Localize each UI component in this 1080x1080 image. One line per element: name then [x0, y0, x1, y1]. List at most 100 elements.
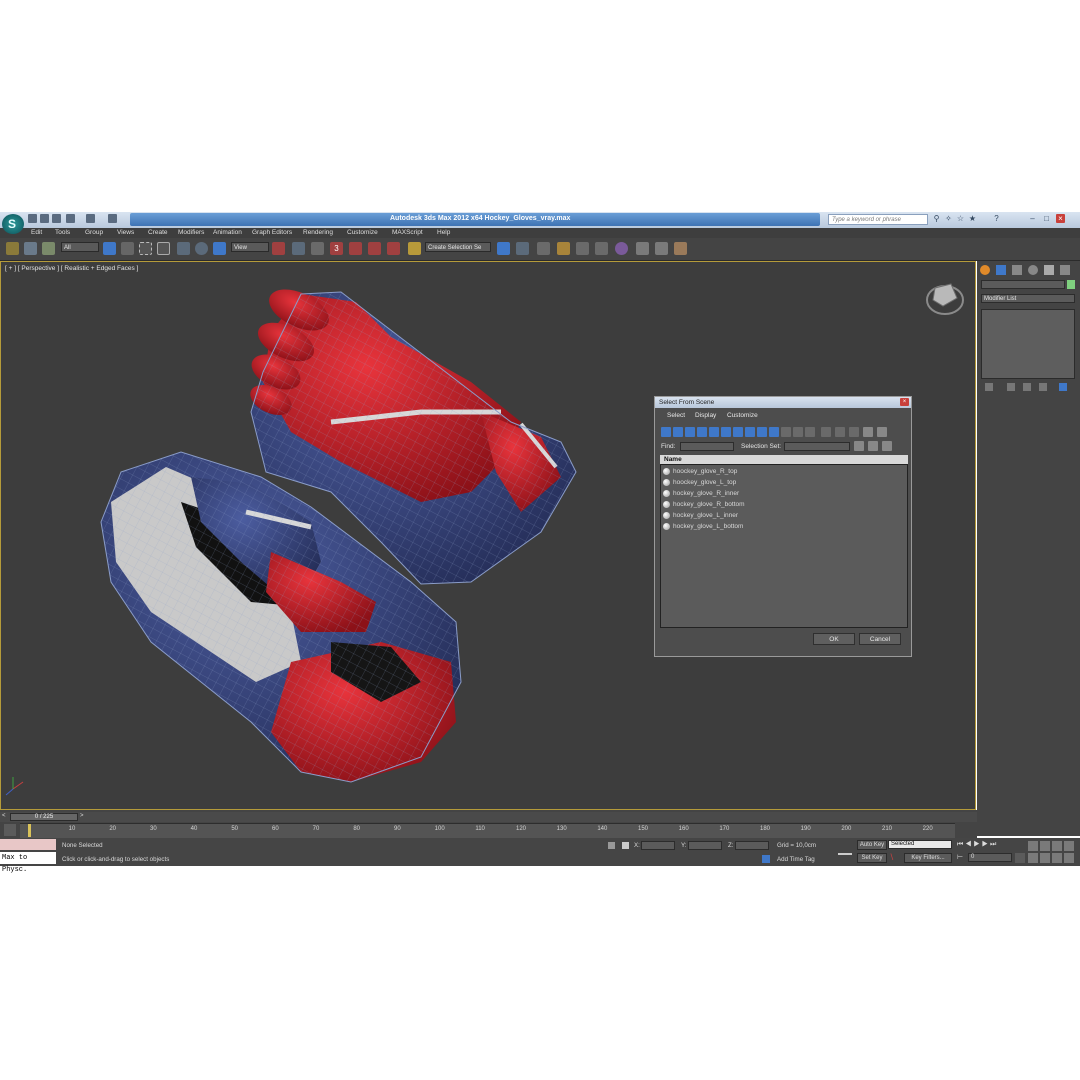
menu-graph-editors[interactable]: Graph Editors [252, 229, 292, 236]
motion-tab-icon[interactable] [1028, 265, 1038, 275]
rotate-icon[interactable] [195, 242, 208, 255]
absolute-mode-icon[interactable] [622, 842, 629, 849]
zoom-extents-all-icon[interactable] [1064, 841, 1074, 851]
key-icon[interactable] [838, 847, 852, 855]
menu-create[interactable]: Create [148, 229, 168, 236]
reference-coordinate-dropdown[interactable]: View [231, 242, 269, 252]
zoom-extents-icon[interactable] [1052, 841, 1062, 851]
time-tag-icon[interactable] [762, 855, 770, 863]
find-input[interactable] [680, 442, 734, 451]
display-spacewarps-icon[interactable] [721, 427, 731, 437]
redo-icon[interactable] [86, 214, 95, 223]
display-cameras-icon[interactable] [697, 427, 707, 437]
menu-maxscript[interactable]: MAXScript [392, 229, 423, 236]
display-invert-icon[interactable] [835, 427, 845, 437]
app-logo-icon[interactable]: S [2, 214, 24, 234]
minimize-icon[interactable]: – [1028, 214, 1037, 223]
y-coordinate-field[interactable] [688, 841, 722, 850]
menu-edit[interactable]: Edit [31, 229, 42, 236]
display-geometry-icon[interactable] [661, 427, 671, 437]
dialog-menu-select[interactable]: Select [667, 412, 685, 419]
modify-tab-icon[interactable] [996, 265, 1006, 275]
edit-named-selection-icon[interactable] [408, 242, 421, 255]
playback-controls[interactable]: ⏮◀▶▶⏭ [957, 841, 1027, 849]
save-file-icon[interactable] [52, 214, 61, 223]
ok-button[interactable]: OK [813, 633, 855, 645]
current-frame-marker[interactable] [28, 824, 31, 837]
field-of-view-icon[interactable] [1028, 853, 1038, 863]
dialog-title-bar[interactable]: Select From Scene × [655, 397, 911, 408]
bind-spacewarp-icon[interactable] [42, 242, 55, 255]
subscription-icon[interactable]: ✧ [944, 214, 953, 223]
display-none-icon[interactable] [821, 427, 831, 437]
auto-key-button[interactable]: Auto Key [857, 840, 887, 850]
configure-modifier-sets-icon[interactable] [1059, 383, 1067, 391]
binoculars-icon[interactable]: ⚲ [932, 214, 941, 223]
display-tab-icon[interactable] [1044, 265, 1054, 275]
time-next-icon[interactable]: > [80, 813, 84, 819]
angle-snap-icon[interactable] [349, 242, 362, 255]
x-coordinate-field[interactable] [641, 841, 675, 850]
utilities-tab-icon[interactable] [1060, 265, 1070, 275]
time-slider[interactable]: < 0 / 225 > [0, 812, 977, 822]
pivot-center-icon[interactable] [272, 242, 285, 255]
move-icon[interactable] [177, 242, 190, 255]
cancel-button[interactable]: Cancel [859, 633, 901, 645]
curve-editor-icon[interactable] [576, 242, 589, 255]
material-editor-icon[interactable] [615, 242, 628, 255]
list-item[interactable]: hockey_glove_R_inner [661, 488, 907, 499]
menu-help[interactable]: Help [437, 229, 450, 236]
display-hidden-icon[interactable] [793, 427, 803, 437]
current-frame-field[interactable]: 0 [968, 853, 1012, 862]
track-bar[interactable]: 10 20 30 40 50 60 70 80 90 100 110 120 130 140 150 160 1… [20, 823, 955, 838]
viewport-navigation-controls[interactable] [1028, 841, 1076, 863]
display-xrefs-icon[interactable] [745, 427, 755, 437]
open-file-icon[interactable] [40, 214, 49, 223]
menu-modifiers[interactable]: Modifiers [178, 229, 204, 236]
modifier-list-dropdown[interactable]: Modifier List [981, 294, 1075, 303]
menu-tools[interactable]: Tools [55, 229, 70, 236]
mini-curve-editor-icon[interactable] [4, 824, 16, 836]
schematic-view-icon[interactable] [595, 242, 608, 255]
rendered-frame-window-icon[interactable] [655, 242, 668, 255]
display-helpers-icon[interactable] [709, 427, 719, 437]
new-file-icon[interactable] [28, 214, 37, 223]
create-tab-icon[interactable] [980, 265, 990, 275]
edit-selection-set-icon[interactable] [868, 441, 878, 451]
modifier-stack[interactable] [981, 309, 1075, 379]
display-shapes-icon[interactable] [673, 427, 683, 437]
select-manipulate-icon[interactable] [292, 242, 305, 255]
time-configuration-icon[interactable] [1015, 853, 1025, 863]
project-folder-icon[interactable] [108, 214, 117, 223]
select-all-icon[interactable] [849, 427, 859, 437]
maximize-icon[interactable]: □ [1042, 214, 1051, 223]
list-item[interactable]: hoockey_glove_L_top [661, 477, 907, 488]
add-time-tag[interactable]: Add Time Tag [777, 856, 815, 863]
remove-modifier-icon[interactable] [1039, 383, 1047, 391]
time-slider-thumb[interactable]: 0 / 225 [10, 813, 78, 821]
search-input[interactable]: Type a keyword or phrase [828, 214, 928, 225]
zoom-all-icon[interactable] [1040, 841, 1050, 851]
snaps-toggle-icon[interactable]: 3 [330, 242, 343, 255]
menu-animation[interactable]: Animation [213, 229, 242, 236]
create-selection-set-icon[interactable] [854, 441, 864, 451]
selection-set-dropdown[interactable] [784, 442, 850, 451]
set-key-button[interactable]: Set Key [857, 853, 887, 863]
display-lights-icon[interactable] [685, 427, 695, 437]
list-item[interactable]: hoockey_glove_R_top [661, 466, 907, 477]
pin-stack-icon[interactable] [985, 383, 993, 391]
set-key-icon[interactable]: ∖ [889, 853, 901, 863]
selection-filter-dropdown[interactable]: All [61, 242, 99, 252]
menu-rendering[interactable]: Rendering [303, 229, 333, 236]
zoom-icon[interactable] [1028, 841, 1038, 851]
dialog-menu-display[interactable]: Display [695, 412, 716, 419]
pan-icon[interactable] [1040, 853, 1050, 863]
list-item[interactable]: hockey_glove_L_bottom [661, 521, 907, 532]
z-coordinate-field[interactable] [735, 841, 769, 850]
favorites-icon[interactable]: ★ [968, 214, 977, 223]
menu-group[interactable]: Group [85, 229, 103, 236]
select-object-icon[interactable] [103, 242, 116, 255]
display-all-icon[interactable] [805, 427, 815, 437]
show-end-result-icon[interactable] [1007, 383, 1015, 391]
render-setup-icon[interactable] [636, 242, 649, 255]
